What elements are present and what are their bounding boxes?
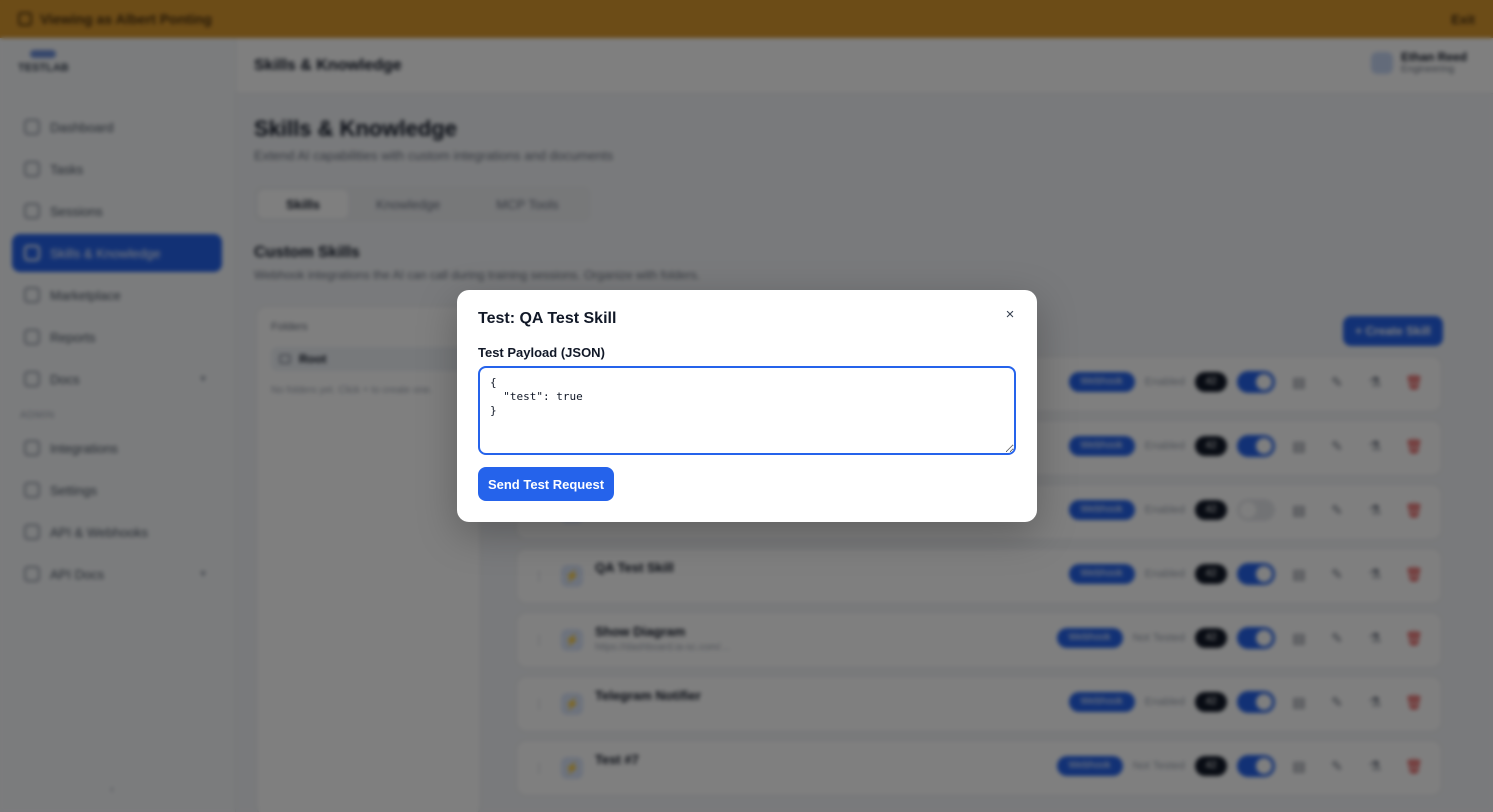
payload-json-input[interactable] (478, 366, 1016, 455)
send-test-request-button[interactable]: Send Test Request (478, 467, 614, 501)
payload-label: Test Payload (JSON) (478, 345, 605, 360)
test-skill-modal: Test: QA Test Skill × Test Payload (JSON… (457, 290, 1037, 522)
modal-title: Test: QA Test Skill (478, 310, 617, 327)
close-icon[interactable]: × (1003, 307, 1017, 322)
